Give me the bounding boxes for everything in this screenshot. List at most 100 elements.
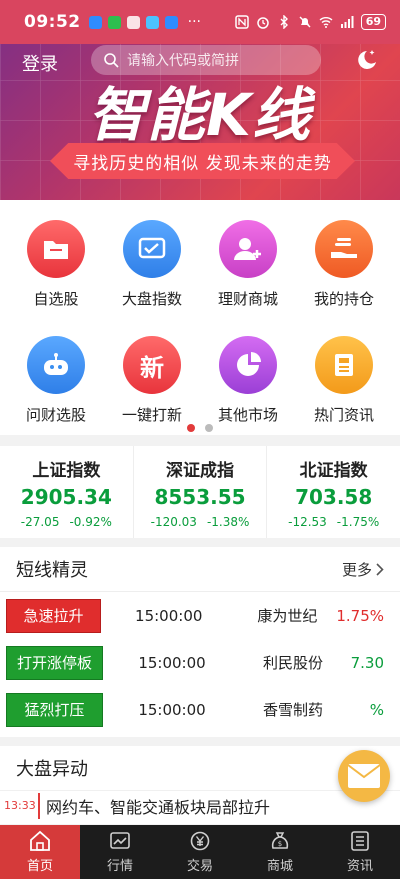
svg-text:$: $ [278,840,282,848]
user-plus-icon [219,220,277,278]
more-label: 更多 [341,560,372,579]
grid-label: 大盘指数 [121,290,182,308]
signal-stock: 康为世纪 [257,607,318,625]
grid-item-ai-stock-pick[interactable]: 问财选股 [6,336,106,425]
grid-label: 一键打新 [121,406,182,424]
index-value: 703.58 [295,484,373,509]
grid-item-wealth-mall[interactable]: 理财商城 [198,220,298,309]
short-line-genius-section: 短线精灵 更多 急速拉升 15:00:00 康为世纪 1.75% 打开涨停板 1… [0,547,400,737]
grid-item-my-positions[interactable]: 我的持仓 [294,220,394,309]
index-change-points: -27.05 [20,514,60,529]
tab-market[interactable]: 行情 [80,825,160,879]
market-chart-icon [110,832,130,849]
bluetooth-icon [280,15,288,29]
signal-tag: 打开涨停板 [6,645,103,680]
new-badge-icon: 新 [123,336,181,394]
login-button[interactable]: 登录 [22,50,58,76]
grid-item-watchlist[interactable]: 自选股 [6,220,106,309]
status-app-icons: ··· [88,14,201,30]
news-icon [315,336,373,394]
grid-item-other-markets[interactable]: 其他市场 [198,336,298,425]
wechat-icon [107,15,121,29]
news-time: 13:33 [4,799,36,812]
index-name: 上证指数 [32,460,101,481]
signal-pct: % [369,700,384,719]
index-change-points: -12.53 [288,514,327,529]
envelope-icon [347,764,381,788]
pie-chart-icon [219,336,277,394]
index-name: 北证指数 [299,460,368,481]
index-change-pct: -1.75% [336,514,380,529]
search-input[interactable]: 请输入代码或简拼 [91,45,321,75]
page-dot-active[interactable] [187,424,195,432]
signal-icon [340,16,354,28]
section-title: 短线精灵 [16,560,88,581]
mute-icon [299,16,311,28]
tab-label: 首页 [26,859,53,874]
tab-news[interactable]: 资讯 [320,825,400,879]
grid-label: 我的持仓 [313,290,374,308]
index-change-pct: -1.38% [206,514,250,529]
news-marker [38,792,40,819]
tab-mall[interactable]: $ 商城 [240,825,320,879]
news-row[interactable]: 13:33 网约车、智能交通板块局部拉升 [0,790,400,820]
index-card-beijing[interactable]: 北证指数 703.58 -12.53 -1.75% [267,446,400,538]
market-index-panel: 上证指数 2905.34 -27.05 -0.92% 深证成指 8553.55 … [0,446,400,538]
index-change-pct: -0.92% [69,514,112,529]
grid-label: 其他市场 [217,406,278,424]
index-value: 8553.55 [154,484,246,509]
app-notification-icon [88,15,102,29]
index-change: -12.53 -1.75% [288,515,379,529]
robot-icon [27,336,85,394]
alarm-icon [256,17,269,29]
chart-check-icon [123,220,181,278]
signal-pct: 1.75% [336,606,384,625]
grid-item-ipo-subscribe[interactable]: 新 一键打新 [102,336,202,425]
tab-label: 商城 [266,859,293,874]
night-mode-icon[interactable] [352,48,378,70]
signal-pct: 7.30 [350,653,384,672]
signal-row[interactable]: 急速拉升 15:00:00 康为世纪 1.75% [0,592,400,639]
page-indicator [0,424,400,432]
search-icon [104,53,119,68]
battery-level: 69 [360,14,386,30]
grid-label: 问财选股 [25,406,86,424]
news-text: 网约车、智能交通板块局部拉升 [46,797,271,817]
index-name: 深证成指 [166,460,234,481]
banner-title: 智能K线 [88,81,311,149]
index-card-shanghai[interactable]: 上证指数 2905.34 -27.05 -0.92% [0,446,134,538]
index-value: 2905.34 [20,484,112,509]
status-bar: 09:52 ··· 69 [0,0,400,44]
tab-trade[interactable]: 交易 [160,825,240,879]
nfc-icon [234,15,249,29]
more-link[interactable]: 更多 [342,559,384,580]
money-bag-icon: $ [271,832,289,849]
signal-time: 15:00:00 [138,700,206,719]
new-glyph: 新 [140,353,164,382]
signal-row[interactable]: 打开涨停板 15:00:00 利民股份 7.30 [0,639,400,686]
index-card-shenzhen[interactable]: 深证成指 8553.55 -120.03 -1.38% [134,446,268,538]
signal-tag: 猛烈打压 [6,692,103,727]
function-grid: 自选股 大盘指数 理财商城 我的持仓 问财选股 新 一键打新 其他市场 热门资讯 [0,200,400,435]
qq-icon [126,15,140,29]
wifi-icon [319,17,333,28]
grid-item-market-index[interactable]: 大盘指数 [102,220,202,309]
grid-label: 自选股 [33,290,79,308]
page-dot[interactable] [205,424,213,432]
tab-label: 资讯 [346,859,373,874]
status-right: 69 [234,14,386,30]
index-change-points: -120.03 [150,514,197,529]
hand-coins-icon [315,220,373,278]
signal-row[interactable]: 猛烈打压 15:00:00 香雪制药 % [0,686,400,733]
status-time: 09:52 [24,12,81,32]
signal-time: 15:00:00 [138,653,206,672]
app-notification-icon [164,15,178,29]
grid-label: 热门资讯 [313,406,374,424]
grid-item-hot-news[interactable]: 热门资讯 [294,336,394,425]
mail-floating-button[interactable] [338,750,390,802]
home-icon [30,830,50,851]
signal-stock: 香雪制药 [262,701,323,719]
tab-home[interactable]: 首页 [0,825,80,879]
chevron-right-icon [376,562,384,576]
index-change: -27.05 -0.92% [21,515,112,529]
